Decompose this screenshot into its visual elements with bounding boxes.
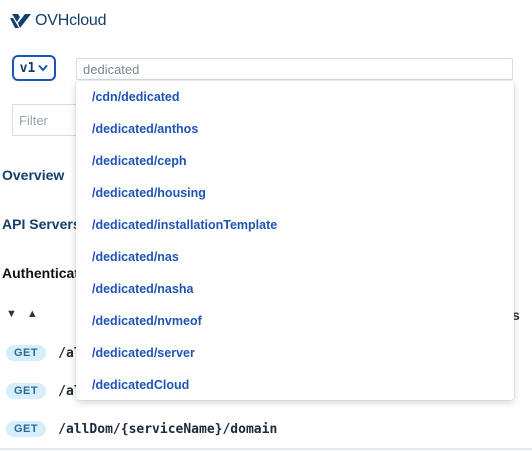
chevron-down-icon xyxy=(38,65,48,72)
suggestion-item[interactable]: /dedicatedCloud xyxy=(76,374,514,406)
suggestion-item[interactable]: /dedicated/ceph xyxy=(76,150,514,182)
search-suggestions-dropdown: /cdn/dedicated /dedicated/anthos /dedica… xyxy=(76,81,514,400)
suggestion-item[interactable]: /dedicated/server xyxy=(76,342,514,374)
endpoint-row[interactable]: GET /allDom/{serviceName}/domain xyxy=(6,421,277,437)
divider xyxy=(0,448,532,450)
get-method-badge: GET xyxy=(6,421,47,437)
overview-heading[interactable]: Overview xyxy=(2,167,64,183)
sort-controls[interactable]: ▼▲ xyxy=(6,308,48,320)
api-servers-heading[interactable]: API Servers xyxy=(2,216,81,232)
sort-asc-icon[interactable]: ▲ xyxy=(27,308,48,320)
sort-desc-icon[interactable]: ▼ xyxy=(6,308,27,320)
version-select[interactable]: v1 xyxy=(12,55,56,81)
suggestion-item[interactable]: /dedicated/nvmeof xyxy=(76,310,514,342)
endpoint-row[interactable]: GET /al xyxy=(6,383,82,399)
suggestion-item[interactable]: /dedicated/installationTemplate xyxy=(76,214,514,246)
endpoint-path: /allDom/{serviceName}/domain xyxy=(58,421,278,437)
get-method-badge: GET xyxy=(6,345,47,361)
get-method-badge: GET xyxy=(6,383,47,399)
ovh-logo-icon xyxy=(10,14,31,28)
suggestion-item[interactable]: /dedicated/nas xyxy=(76,246,514,278)
endpoint-row[interactable]: GET /al xyxy=(6,345,82,361)
authentication-heading[interactable]: Authenticat xyxy=(2,265,79,281)
suggestion-item[interactable]: /dedicated/anthos xyxy=(76,118,514,150)
ovhcloud-logo[interactable]: OVHcloud xyxy=(10,10,107,32)
suggestion-item[interactable]: /dedicated/nasha xyxy=(76,278,514,310)
brand-name: OVHcloud xyxy=(35,12,107,29)
api-search-input[interactable] xyxy=(76,58,513,80)
suggestion-item[interactable]: /cdn/dedicated xyxy=(76,86,514,118)
version-label: v1 xyxy=(19,60,36,76)
suggestion-item[interactable]: /dedicated/housing xyxy=(76,182,514,214)
